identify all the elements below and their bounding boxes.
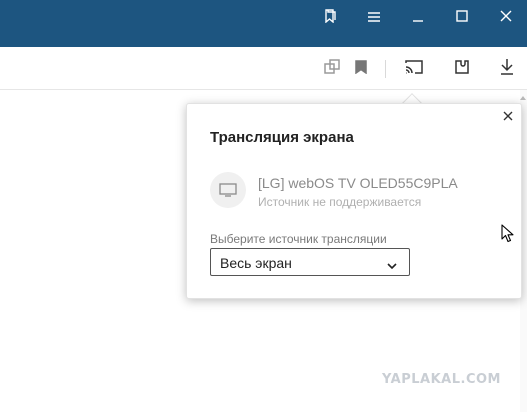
- device-status: Источник не поддерживается: [258, 195, 422, 209]
- minimize-icon: [412, 9, 424, 27]
- cast-button[interactable]: [401, 57, 427, 81]
- screen-cast-popup: Трансляция экрана [LG] webOS TV OLED55C9…: [186, 103, 522, 299]
- bookmark-button[interactable]: [348, 57, 374, 81]
- menu-button[interactable]: [352, 0, 396, 36]
- popup-title: Трансляция экрана: [210, 129, 354, 146]
- scroll-up-icon[interactable]: [520, 96, 526, 100]
- device-name: [LG] webOS TV OLED55C9PLA: [258, 175, 458, 191]
- close-icon: [503, 108, 513, 126]
- download-button[interactable]: [494, 57, 520, 81]
- window-titlebar: [0, 0, 527, 47]
- source-select[interactable]: Весь экран: [210, 248, 410, 276]
- bookmark-icon: [355, 59, 367, 79]
- maximize-icon: [456, 9, 468, 27]
- toolbar-divider: [385, 60, 386, 78]
- watermark: YAPLAKAL.COM: [382, 372, 501, 387]
- chevron-down-icon: [387, 257, 397, 275]
- tv-icon: [210, 172, 246, 208]
- extensions-icon: [453, 58, 471, 81]
- translate-icon: [324, 58, 340, 80]
- menu-icon: [368, 9, 380, 27]
- download-icon: [499, 58, 515, 81]
- bookmarks-panel-button[interactable]: [308, 0, 352, 36]
- cast-device-item[interactable]: [LG] webOS TV OLED55C9PLA Источник не по…: [210, 172, 510, 212]
- close-icon: [500, 9, 512, 27]
- bookmarks-panel-icon: [323, 8, 337, 28]
- mouse-cursor-icon: [501, 224, 515, 249]
- translate-button[interactable]: [319, 57, 345, 81]
- maximize-button[interactable]: [440, 0, 484, 36]
- extensions-button[interactable]: [449, 57, 475, 81]
- popup-close-button[interactable]: [501, 110, 515, 124]
- close-window-button[interactable]: [484, 0, 527, 36]
- minimize-button[interactable]: [396, 0, 440, 36]
- cast-icon: [404, 59, 424, 80]
- browser-toolbar: [0, 47, 527, 90]
- source-value: Весь экран: [220, 255, 292, 271]
- source-label: Выберите источник трансляции: [210, 232, 387, 246]
